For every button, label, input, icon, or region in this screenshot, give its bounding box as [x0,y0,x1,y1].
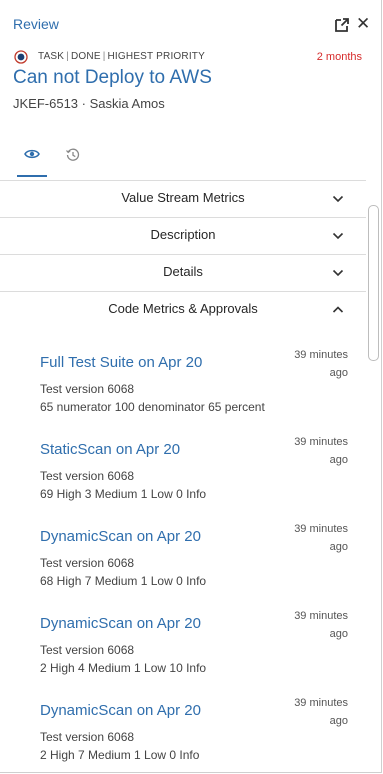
task-subtitle: JKEF-6513 · Saskia Amos [13,96,165,111]
tab-overview[interactable] [17,141,47,177]
status-done-icon [14,50,28,64]
item-time-line: 39 minutes [294,697,348,709]
review-panel: Review ✕ TASK | DONE | HIGHEST PRIORITY 2 mo… [0,0,382,773]
scrollbar-thumb[interactable] [368,205,379,361]
chevron-down-icon [332,269,344,277]
item-time-line: ago [329,628,348,640]
item-title-link[interactable]: DynamicScan on Apr 20 [40,528,201,545]
subtitle-separator: · [81,96,87,111]
item-version: Test version 6068 [40,556,135,570]
chevron-up-icon [332,306,344,313]
history-icon [66,148,80,161]
task-age: 2 months [316,51,362,63]
item-time-line: ago [329,454,348,466]
task-type: TASK [38,51,65,62]
chevron-down-icon [332,232,344,240]
item-time-line: 39 minutes [294,523,348,535]
item-summary: 2 High 4 Medium 1 Low 10 Info [40,661,207,675]
item-title-link[interactable]: DynamicScan on Apr 20 [40,702,201,719]
item-time-line: ago [329,541,348,553]
item-version: Test version 6068 [40,469,135,483]
item-version: Test version 6068 [40,730,135,744]
item-time: 39 minutes ago [278,694,348,730]
item-time: 39 minutes ago [278,520,348,556]
list-item: Full Test Suite on Apr 20 39 minutes ago … [0,336,366,423]
item-time: 39 minutes ago [278,607,348,643]
list-item: DynamicScan on Apr 20 39 minutes ago Test… [0,510,366,597]
code-metrics-list: Full Test Suite on Apr 20 39 minutes ago … [0,328,366,771]
task-state: DONE [71,51,101,62]
item-time: 39 minutes ago [278,433,348,469]
task-key[interactable]: JKEF-6513 [13,96,78,111]
section-label: Description [150,227,216,242]
task-assignee: Saskia Amos [89,96,165,111]
eye-icon [24,149,40,159]
item-summary: 2 High 7 Medium 1 Low 0 Info [40,748,200,762]
item-title-link[interactable]: Full Test Suite on Apr 20 [40,354,202,371]
panel-content: Value Stream Metrics Description Details… [0,180,366,772]
item-time-line: ago [329,715,348,727]
item-summary: 68 High 7 Medium 1 Low 0 Info [40,574,207,588]
tab-history[interactable] [58,141,88,177]
chevron-down-icon [332,195,344,203]
panel-header: Review ✕ TASK | DONE | HIGHEST PRIORITY 2 mo… [0,0,381,180]
task-title[interactable]: Can not Deploy to AWS [13,67,212,89]
item-summary: 69 High 3 Medium 1 Low 0 Info [40,487,207,501]
section-code-metrics-approvals[interactable]: Code Metrics & Approvals [0,292,366,328]
section-description[interactable]: Description [0,218,366,255]
item-time-line: 39 minutes [294,610,348,622]
list-item: DynamicScan on Apr 20 39 minutes ago Test… [0,597,366,684]
popout-icon[interactable] [334,17,350,33]
item-time: 39 minutes ago [278,346,348,382]
task-meta: TASK | DONE | HIGHEST PRIORITY [38,51,205,62]
section-label: Details [163,264,203,279]
section-label: Value Stream Metrics [121,190,245,205]
item-title-link[interactable]: DynamicScan on Apr 20 [40,615,201,632]
section-value-stream-metrics[interactable]: Value Stream Metrics [0,181,366,218]
item-time-line: 39 minutes [294,349,348,361]
list-item: StaticScan on Apr 20 39 minutes ago Test … [0,423,366,510]
section-label: Code Metrics & Approvals [108,301,258,316]
item-version: Test version 6068 [40,643,135,657]
section-details[interactable]: Details [0,255,366,292]
list-item: DynamicScan on Apr 20 39 minutes ago Test… [0,684,366,771]
task-priority: HIGHEST PRIORITY [107,51,205,62]
item-version: Test version 6068 [40,382,135,396]
item-time-line: ago [329,367,348,379]
item-time-line: 39 minutes [294,436,348,448]
close-icon[interactable]: ✕ [356,15,370,32]
panel-title: Review [13,16,59,32]
item-title-link[interactable]: StaticScan on Apr 20 [40,441,180,458]
item-summary: 65 numerator 100 denominator 65 percent [40,400,265,414]
